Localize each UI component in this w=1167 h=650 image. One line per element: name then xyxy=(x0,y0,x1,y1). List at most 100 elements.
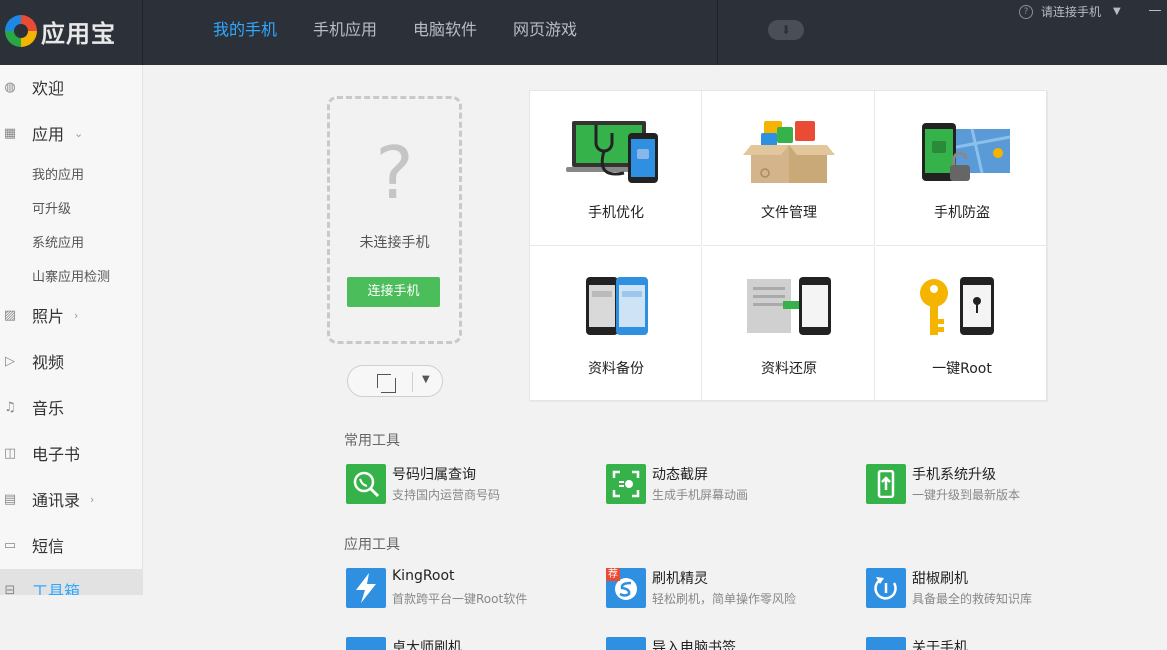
about-phone-icon xyxy=(866,637,906,650)
tile-restore[interactable]: 资料还原 xyxy=(703,247,875,402)
sidebar-item-label: 音乐 xyxy=(32,399,65,418)
tool-import-bookmarks[interactable]: 导入电脑书签 xyxy=(606,637,846,650)
top-bar: 应用宝 我的手机 手机应用 电脑软件 网页游戏 ⬇ ? 请连接手机 ▼ xyxy=(0,0,1167,65)
tile-backup[interactable]: 资料备份 xyxy=(530,247,702,402)
app-logo-icon xyxy=(5,15,37,47)
sidebar-item-label: 欢迎 xyxy=(32,79,65,98)
tile-file-manager[interactable]: 文件管理 xyxy=(703,91,875,246)
chevron-right-icon: › xyxy=(74,308,79,322)
video-icon: ▷ xyxy=(5,353,15,369)
tile-label: 文件管理 xyxy=(761,205,817,221)
tab-my-phone[interactable]: 我的手机 xyxy=(195,0,295,65)
tool-name: 甜椒刷机 xyxy=(912,571,968,587)
sidebar-item-photos[interactable]: ▨ 照片 › xyxy=(0,303,79,327)
tool-about-phone[interactable]: 关于手机 xyxy=(866,637,1106,650)
book-icon: ◫ xyxy=(3,445,17,461)
image-icon: ▨ xyxy=(3,307,17,323)
connect-hint[interactable]: ? 请连接手机 ▼ xyxy=(1019,3,1121,20)
app-tools-title: 应用工具 xyxy=(344,537,400,553)
sidebar-item-ebooks[interactable]: ◫ 电子书 xyxy=(0,441,80,465)
connect-phone-button[interactable]: 连接手机 xyxy=(347,277,440,307)
sidebar-item-label: 通讯录 xyxy=(32,491,81,510)
tool-flash-wizard[interactable]: 荐 刷机精灵 轻松刷机，简单操作零风险 xyxy=(606,568,846,610)
tile-phone-optimize[interactable]: 手机优化 xyxy=(530,91,702,246)
sidebar-item-label: 视频 xyxy=(32,353,65,372)
sidebar-subitem-fake-app-check[interactable]: 山寨应用检测 xyxy=(32,266,110,285)
bookmark-icon xyxy=(606,637,646,650)
refresh-icon xyxy=(866,568,906,608)
tile-anti-theft[interactable]: 手机防盗 xyxy=(876,91,1048,246)
tab-phone-apps[interactable]: 手机应用 xyxy=(295,0,395,65)
tile-label: 资料备份 xyxy=(588,361,644,377)
top-divider xyxy=(717,0,718,65)
sidebar-subitem-upgradable[interactable]: 可升级 xyxy=(32,198,71,217)
sidebar-subitem-system-apps[interactable]: 系统应用 xyxy=(32,232,84,251)
message-icon: ▭ xyxy=(3,537,17,553)
sidebar-item-label: 工具箱 xyxy=(32,582,81,595)
menu-arrow-icon[interactable]: ▼ xyxy=(1113,6,1121,17)
contacts-icon: ▤ xyxy=(3,491,17,507)
file-manager-icon xyxy=(743,121,835,183)
sidebar: ◍ 欢迎 ▦ 应用 ⌄ 我的应用 可升级 系统应用 山寨应用检测 ▨ 照片 › … xyxy=(0,65,143,595)
tab-pc-software[interactable]: 电脑软件 xyxy=(395,0,495,65)
screen-capture-icon xyxy=(606,464,646,504)
zhuodashi-icon xyxy=(346,637,386,650)
sidebar-item-label: 应用 xyxy=(32,125,65,144)
tool-name: 刷机精灵 xyxy=(652,571,708,587)
screenshot-crop-icon[interactable] xyxy=(377,374,396,393)
logo-area: 应用宝 xyxy=(0,0,143,65)
tile-label: 手机防盗 xyxy=(934,205,990,221)
tool-number-lookup[interactable]: 号码归属查询 支持国内运营商号码 xyxy=(346,464,586,506)
tool-name: 卓大师刷机 xyxy=(392,640,462,650)
phone-upgrade-icon xyxy=(866,464,906,504)
lightning-icon xyxy=(346,568,386,608)
phone-optimize-icon xyxy=(566,121,658,183)
tool-desc: 具备最全的救砖知识库 xyxy=(912,592,1033,606)
tool-dynamic-screenshot[interactable]: 动态截屏 生成手机屏幕动画 xyxy=(606,464,846,506)
tab-web-games[interactable]: 网页游戏 xyxy=(495,0,595,65)
tool-name: 导入电脑书签 xyxy=(652,640,736,650)
screenshot-dropdown-icon[interactable]: ▼ xyxy=(422,374,430,385)
sidebar-item-label: 照片 xyxy=(32,307,65,326)
connect-hint-label: 请连接手机 xyxy=(1041,5,1102,19)
sidebar-item-label: 电子书 xyxy=(32,445,81,464)
feature-grid: 手机优化 文件管理 手机防盗 资料备份 资料还原 一键Root xyxy=(529,90,1048,402)
tile-one-click-root[interactable]: 一键Root xyxy=(876,247,1048,402)
pill-divider xyxy=(412,372,413,392)
music-icon: ♫ xyxy=(4,399,16,415)
tool-tianjiao-flash[interactable]: 甜椒刷机 具备最全的救砖知识库 xyxy=(866,568,1106,610)
anti-theft-icon xyxy=(922,123,1011,181)
tool-name: KingRoot xyxy=(392,568,455,584)
sidebar-item-welcome[interactable]: ◍ 欢迎 xyxy=(0,75,64,99)
download-manager-button[interactable]: ⬇ xyxy=(768,20,804,40)
screenshot-button-group: ▼ xyxy=(347,365,443,397)
common-tools-title: 常用工具 xyxy=(344,433,400,449)
tool-name: 动态截屏 xyxy=(652,467,708,483)
main-nav: 我的手机 手机应用 电脑软件 网页游戏 xyxy=(195,0,595,65)
tool-zhuodashi-flash[interactable]: 卓大师刷机 xyxy=(346,637,586,650)
sidebar-item-contacts[interactable]: ▤ 通讯录 › xyxy=(0,487,95,511)
sidebar-item-apps[interactable]: ▦ 应用 ⌄ xyxy=(0,121,83,145)
sidebar-item-toolbox[interactable]: ⊟ 工具箱 xyxy=(0,578,80,595)
chevron-right-icon: › xyxy=(90,492,95,506)
app-name: 应用宝 xyxy=(41,20,116,48)
download-icon: ⬇ xyxy=(780,23,792,37)
tool-name: 号码归属查询 xyxy=(392,467,476,483)
tile-label: 资料还原 xyxy=(761,361,817,377)
globe-icon: ◍ xyxy=(4,79,16,95)
chevron-down-icon: ⌄ xyxy=(74,126,84,140)
sidebar-item-sms[interactable]: ▭ 短信 xyxy=(0,533,64,557)
tool-name: 手机系统升级 xyxy=(912,467,996,483)
phone-search-icon xyxy=(346,464,386,504)
tool-system-upgrade[interactable]: 手机系统升级 一键升级到最新版本 xyxy=(866,464,1106,506)
tool-desc: 首款跨平台一键Root软件 xyxy=(392,592,528,606)
sidebar-item-music[interactable]: ♫ 音乐 xyxy=(0,395,64,419)
grid-icon: ▦ xyxy=(3,125,17,141)
root-key-icon xyxy=(920,277,994,335)
sidebar-item-video[interactable]: ▷ 视频 xyxy=(0,349,64,373)
tool-kingroot[interactable]: KingRoot 首款跨平台一键Root软件 xyxy=(346,568,586,610)
recommended-badge: 荐 xyxy=(606,568,620,581)
minimize-button[interactable] xyxy=(1148,2,1162,16)
device-status: 未连接手机 xyxy=(359,235,430,251)
sidebar-subitem-my-apps[interactable]: 我的应用 xyxy=(32,164,84,183)
